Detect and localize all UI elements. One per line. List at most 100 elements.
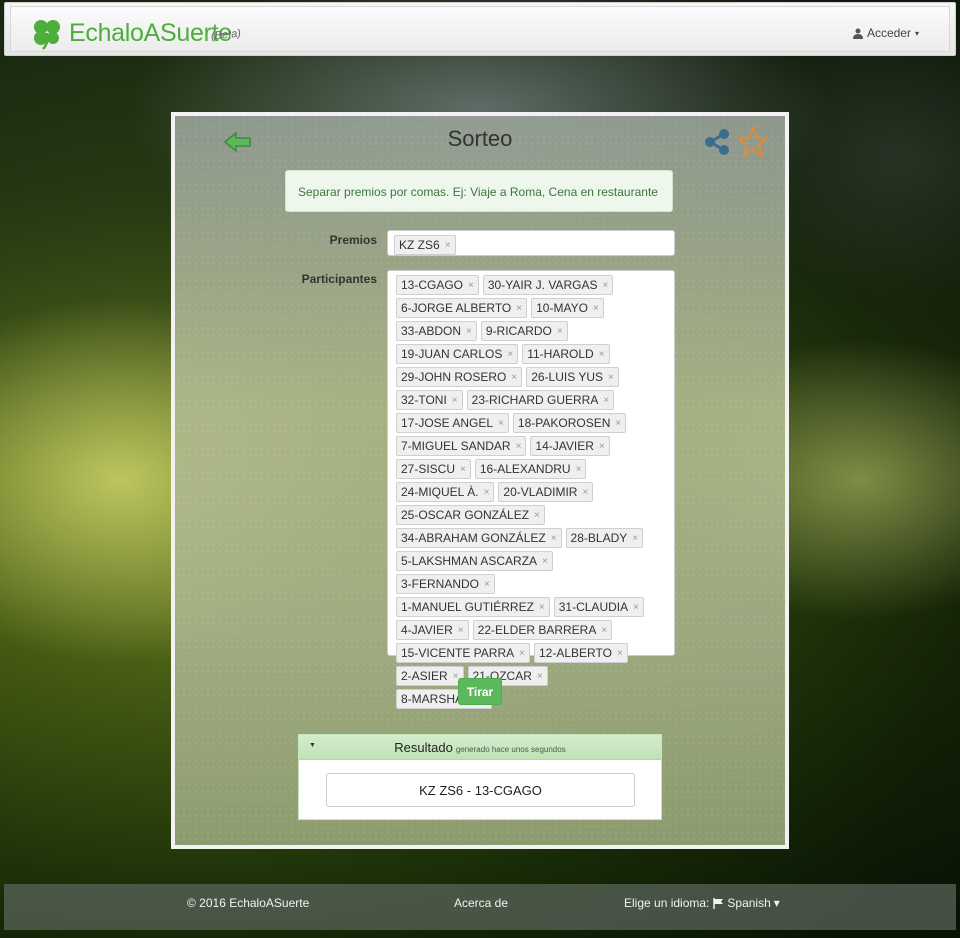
remove-tag-icon[interactable]: × <box>608 372 614 383</box>
participant-tag: 2-ASIER × <box>396 666 464 686</box>
footer-copyright: © 2016 EchaloASuerte <box>187 896 310 910</box>
participant-tag: 16-ALEXANDRU × <box>474 459 587 479</box>
remove-tag-icon[interactable]: × <box>516 303 522 314</box>
result-header[interactable]: ▼ Resultado generado hace unos segundos <box>299 735 661 760</box>
remove-tag-icon[interactable]: × <box>551 533 557 544</box>
remove-tag-icon[interactable]: × <box>511 372 517 383</box>
footer: © 2016 EchaloASuerte Acerca de Elige un … <box>4 884 956 930</box>
participant-tag: 7-MIGUEL SANDAR × <box>396 436 527 456</box>
user-icon <box>852 28 863 39</box>
participant-tag-label: 22-ELDER BARRERA <box>477 623 597 637</box>
participant-tag-label: 25-OSCAR GONZÁLEZ <box>401 508 530 522</box>
participant-tag-label: 9-RICARDO <box>485 324 552 338</box>
participant-tag: 23-RICHARD GUERRA × <box>466 390 615 410</box>
language-selector[interactable]: Spanish ▾ <box>713 896 780 910</box>
participant-tag-label: 19-JUAN CARLOS <box>401 347 503 361</box>
hint-alert: Separar premios por comas. Ej: Viaje a R… <box>285 170 673 212</box>
participant-tag: 32-TONI × <box>396 390 463 410</box>
remove-tag-icon[interactable]: × <box>519 648 525 659</box>
prizes-input[interactable]: KZ ZS6 × <box>387 230 675 256</box>
participant-tag-label: 1-MANUEL GUTIÉRREZ <box>401 600 534 614</box>
flag-icon <box>713 897 724 909</box>
participant-tag: 25-OSCAR GONZÁLEZ × <box>396 505 545 525</box>
participant-tag-label: 34-ABRAHAM GONZÁLEZ <box>401 531 546 545</box>
participant-tag-label: 17-JOSE ANGEL <box>401 416 494 430</box>
participant-tag: 11-HAROLD × <box>522 344 610 364</box>
participant-tag-label: 33-ABDON <box>401 324 462 338</box>
participant-tag-label: 32-TONI <box>401 393 447 407</box>
participant-tag-label: 31-CLAUDIA <box>558 600 629 614</box>
participant-tag: 3-FERNANDO × <box>396 574 495 594</box>
remove-tag-icon[interactable]: × <box>599 441 605 452</box>
remove-tag-icon[interactable]: × <box>452 395 458 406</box>
participant-tag: 27-SISCU × <box>396 459 471 479</box>
remove-tag-icon[interactable]: × <box>458 625 464 636</box>
participant-tag: 20-VLADIMIR × <box>498 482 594 502</box>
participant-tag-label: 6-JORGE ALBERTO <box>401 301 512 315</box>
remove-tag-icon[interactable]: × <box>582 487 588 498</box>
draw-button[interactable]: Tirar <box>458 678 502 705</box>
remove-tag-icon[interactable]: × <box>615 418 621 429</box>
remove-tag-icon[interactable]: × <box>593 303 599 314</box>
share-icon[interactable] <box>703 128 731 156</box>
participant-tag-label: 28-BLADY <box>570 531 628 545</box>
result-panel: ▼ Resultado generado hace unos segundos K… <box>298 734 662 820</box>
participants-input[interactable]: 13-CGAGO × 30-YAIR J. VARGAS × 6-JORGE ALBER… <box>387 270 675 709</box>
remove-tag-icon[interactable]: × <box>468 280 474 291</box>
participant-tag-label: 13-CGAGO <box>401 278 464 292</box>
participant-tag: 33-ABDON × <box>396 321 477 341</box>
remove-tag-icon[interactable]: × <box>632 533 638 544</box>
result-title-wrap: Resultado generado hace unos segundos <box>299 740 661 755</box>
remove-tag-icon[interactable]: × <box>534 510 540 521</box>
login-dropdown[interactable]: Acceder ▾ <box>852 26 919 40</box>
result-value: KZ ZS6 - 13-CGAGO <box>326 773 635 807</box>
remove-tag-icon[interactable]: × <box>603 395 609 406</box>
participant-tag: 28-BLADY × <box>565 528 644 548</box>
remove-tag-icon[interactable]: × <box>539 602 545 613</box>
participant-tag-label: 26-LUIS YUS <box>531 370 604 384</box>
participant-tag-label: 7-MIGUEL SANDAR <box>401 439 511 453</box>
navbar-inner: EchaloASuerte (Beta) Acceder ▾ <box>10 6 950 52</box>
remove-tag-icon[interactable]: × <box>601 625 607 636</box>
draw-panel: Sorteo Separar premios por comas. Ej: Vi… <box>171 112 789 849</box>
brand-logo[interactable]: EchaloASuerte <box>29 13 232 53</box>
result-subtitle: generado hace unos segundos <box>455 745 566 754</box>
language-value: Spanish <box>727 896 771 910</box>
remove-tag-icon[interactable]: × <box>466 326 472 337</box>
participant-tag: 4-JAVIER × <box>396 620 469 640</box>
remove-tag-icon[interactable]: × <box>602 280 608 291</box>
remove-tag-icon[interactable]: × <box>557 326 563 337</box>
footer-language: Elige un idioma: Spanish ▾ <box>624 896 780 910</box>
remove-tag-icon[interactable]: × <box>617 648 623 659</box>
remove-tag-icon[interactable]: × <box>599 349 605 360</box>
remove-tag-icon[interactable]: × <box>633 602 639 613</box>
participant-tag: 1-MANUEL GUTIÉRREZ × <box>396 597 550 617</box>
participant-tag-label: 30-YAIR J. VARGAS <box>487 278 598 292</box>
prizes-label: Premios <box>329 233 377 247</box>
remove-tag-icon[interactable]: × <box>542 556 548 567</box>
participant-tag: 34-ABRAHAM GONZÁLEZ × <box>396 528 562 548</box>
participant-tag: 18-PAKOROSEN × <box>512 413 627 433</box>
remove-tag-icon[interactable]: × <box>507 349 513 360</box>
remove-tag-icon[interactable]: × <box>445 240 451 251</box>
participant-tag-label: 5-LAKSHMAN ASCARZA <box>401 554 538 568</box>
remove-tag-icon[interactable]: × <box>460 464 466 475</box>
remove-tag-icon[interactable]: × <box>484 487 490 498</box>
star-icon[interactable] <box>737 126 769 158</box>
page-title: Sorteo <box>447 126 513 151</box>
footer-about-link[interactable]: Acerca de <box>454 896 508 910</box>
remove-tag-icon[interactable]: × <box>498 418 504 429</box>
login-label: Acceder <box>866 26 911 40</box>
participant-tag: 30-YAIR J. VARGAS × <box>482 275 614 295</box>
participant-tag: 5-LAKSHMAN ASCARZA × <box>396 551 553 571</box>
brand-name: EchaloASuerte <box>69 18 232 47</box>
participant-tag-label: 4-JAVIER <box>401 623 453 637</box>
chevron-down-icon: ▾ <box>773 896 780 910</box>
participant-tag: 29-JOHN ROSERO × <box>396 367 523 387</box>
participant-tag-label: 3-FERNANDO <box>401 577 480 591</box>
remove-tag-icon[interactable]: × <box>484 579 490 590</box>
remove-tag-icon[interactable]: × <box>576 464 582 475</box>
participant-tag: 13-CGAGO × <box>396 275 479 295</box>
remove-tag-icon[interactable]: × <box>537 671 543 682</box>
remove-tag-icon[interactable]: × <box>516 441 522 452</box>
